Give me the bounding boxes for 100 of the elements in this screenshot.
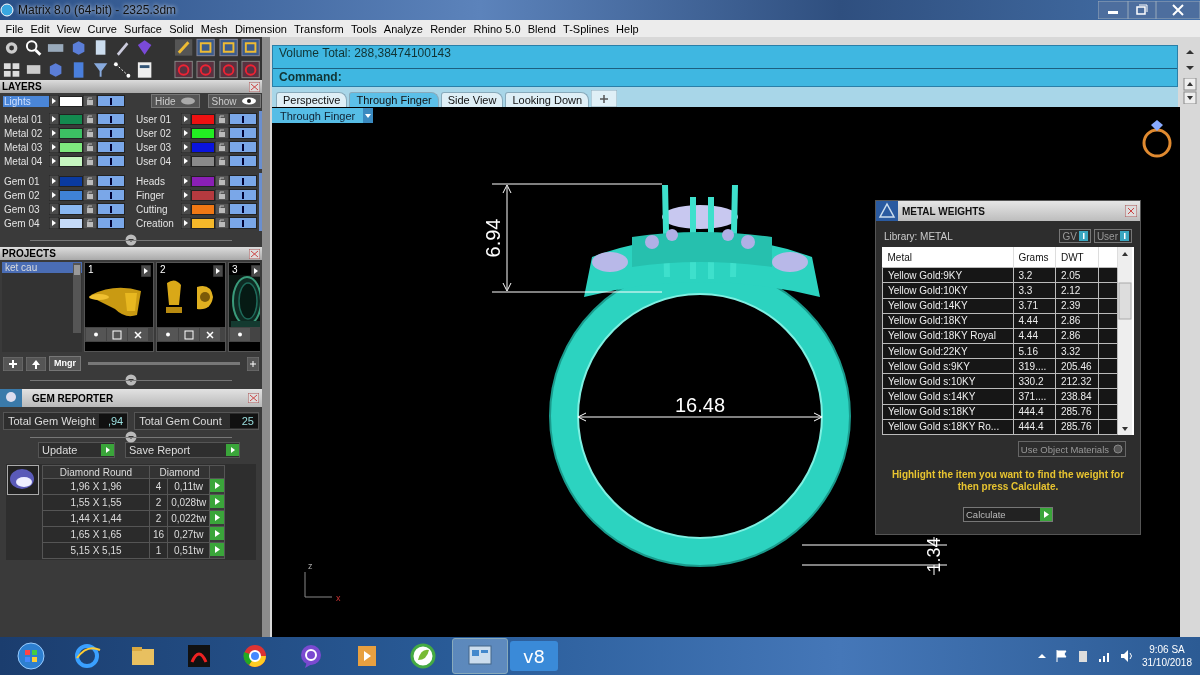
play-icon[interactable] bbox=[49, 189, 59, 201]
pin-button[interactable] bbox=[158, 328, 178, 341]
play-icon[interactable] bbox=[181, 217, 191, 229]
lock-icon[interactable] bbox=[215, 217, 229, 229]
save-button[interactable] bbox=[107, 328, 127, 341]
menu-item[interactable]: Tools bbox=[347, 22, 381, 35]
menu-item[interactable]: Render bbox=[426, 22, 470, 35]
play-icon[interactable] bbox=[49, 141, 59, 153]
layer-name[interactable]: Metal 03 bbox=[3, 141, 49, 153]
play-button[interactable] bbox=[210, 527, 225, 540]
menu-item[interactable]: Surface bbox=[120, 22, 166, 35]
play-icon[interactable] bbox=[181, 203, 191, 215]
visibility-toggle[interactable] bbox=[229, 175, 257, 187]
ring-icon[interactable] bbox=[218, 60, 238, 79]
color-swatch[interactable] bbox=[59, 203, 83, 215]
restore-button[interactable] bbox=[1128, 1, 1156, 19]
clock-date[interactable]: 31/10/2018 bbox=[1141, 656, 1192, 669]
menu-item[interactable]: Help bbox=[612, 22, 643, 35]
color-swatch[interactable] bbox=[191, 113, 215, 125]
lock-icon[interactable] bbox=[83, 127, 97, 139]
color-swatch[interactable] bbox=[59, 127, 83, 139]
close-button[interactable] bbox=[200, 328, 220, 341]
leaf-icon[interactable] bbox=[409, 642, 437, 670]
frame-icon[interactable] bbox=[240, 38, 261, 57]
view-tab[interactable]: Through Finger bbox=[349, 92, 439, 107]
layer-name[interactable]: Gem 03 bbox=[3, 203, 49, 215]
play-button[interactable] bbox=[210, 495, 225, 508]
visibility-toggle[interactable] bbox=[97, 141, 125, 153]
close-button[interactable] bbox=[1156, 1, 1200, 19]
start-button[interactable] bbox=[17, 642, 45, 670]
menu-item[interactable]: T-Splines bbox=[559, 22, 613, 35]
up-arrow-button[interactable] bbox=[26, 356, 46, 371]
play-icon[interactable] bbox=[49, 217, 59, 229]
menu-item[interactable]: Transform bbox=[290, 22, 348, 35]
play-icon[interactable] bbox=[181, 175, 191, 187]
lock-icon[interactable] bbox=[83, 203, 97, 215]
menu-item[interactable]: File bbox=[2, 22, 27, 35]
lock-icon[interactable] bbox=[215, 127, 229, 139]
visibility-toggle[interactable] bbox=[97, 127, 125, 139]
browser-icon[interactable] bbox=[241, 642, 269, 670]
play-icon[interactable] bbox=[181, 127, 191, 139]
color-swatch[interactable] bbox=[191, 217, 215, 229]
color-swatch[interactable] bbox=[59, 189, 83, 201]
lock-icon[interactable] bbox=[83, 189, 97, 201]
use-object-materials-toggle[interactable]: Use Object Materials bbox=[1017, 441, 1126, 457]
view-tab[interactable]: Side View bbox=[440, 92, 504, 107]
frame-icon[interactable] bbox=[196, 38, 216, 57]
color-swatch[interactable] bbox=[59, 113, 83, 125]
play-icon[interactable] bbox=[49, 127, 59, 139]
layer-name[interactable]: User 02 bbox=[135, 127, 181, 139]
lock-icon[interactable] bbox=[215, 203, 229, 215]
flag-icon[interactable] bbox=[1053, 649, 1068, 663]
play-button[interactable] bbox=[210, 479, 225, 492]
close-icon[interactable] bbox=[248, 393, 259, 403]
layer-name[interactable]: Metal 04 bbox=[3, 155, 49, 167]
caret-icon[interactable] bbox=[1037, 652, 1046, 660]
layer-name[interactable]: Cutting bbox=[135, 203, 181, 215]
play-icon[interactable] bbox=[49, 95, 59, 107]
visibility-toggle[interactable] bbox=[97, 175, 125, 187]
lock-icon[interactable] bbox=[83, 141, 97, 153]
lock-icon[interactable] bbox=[215, 175, 229, 187]
calculate-button[interactable]: Calculate bbox=[963, 507, 1053, 522]
menu-item[interactable]: Blend bbox=[524, 22, 560, 35]
menu-item[interactable]: Analyze bbox=[380, 22, 427, 35]
menu-item[interactable]: Curve bbox=[83, 22, 121, 35]
save-report-button[interactable]: Save Report bbox=[125, 442, 240, 458]
toggle-button[interactable]: GV bbox=[1059, 229, 1091, 243]
play-icon[interactable] bbox=[213, 265, 223, 277]
command-prompt[interactable]: Command: bbox=[273, 69, 1177, 86]
play-icon[interactable] bbox=[181, 155, 191, 167]
ring-icon[interactable] bbox=[240, 60, 261, 79]
layer-name[interactable]: Creation bbox=[135, 217, 181, 229]
visibility-toggle[interactable] bbox=[229, 189, 257, 201]
play-icon[interactable] bbox=[181, 189, 191, 201]
lock-icon[interactable] bbox=[215, 113, 229, 125]
lock-icon[interactable] bbox=[215, 189, 229, 201]
menu-item[interactable]: Solid bbox=[165, 22, 198, 35]
view-menu[interactable]: Through Finger bbox=[272, 108, 374, 123]
lock-icon[interactable] bbox=[215, 155, 229, 167]
add-button[interactable] bbox=[247, 356, 259, 371]
pin-button[interactable] bbox=[86, 328, 106, 341]
lock-icon[interactable] bbox=[83, 155, 97, 167]
color-swatch[interactable] bbox=[191, 155, 215, 167]
frame-icon[interactable] bbox=[218, 38, 238, 57]
lock-icon[interactable] bbox=[215, 141, 229, 153]
visibility-toggle[interactable] bbox=[97, 95, 125, 107]
ring-icon[interactable] bbox=[196, 60, 216, 79]
lock-icon[interactable] bbox=[83, 217, 97, 229]
ring-icon[interactable] bbox=[174, 60, 194, 79]
play-icon[interactable] bbox=[181, 113, 191, 125]
color-swatch[interactable] bbox=[191, 141, 215, 153]
lock-icon[interactable] bbox=[83, 95, 97, 107]
view-tab[interactable]: Perspective bbox=[276, 92, 348, 107]
color-swatch[interactable] bbox=[59, 155, 83, 167]
visibility-toggle[interactable] bbox=[229, 203, 257, 215]
color-swatch[interactable] bbox=[191, 127, 215, 139]
menu-item[interactable]: View bbox=[53, 22, 84, 35]
layer-name[interactable]: Metal 02 bbox=[3, 127, 49, 139]
search-icon[interactable] bbox=[24, 38, 44, 57]
close-icon[interactable] bbox=[1125, 205, 1137, 217]
